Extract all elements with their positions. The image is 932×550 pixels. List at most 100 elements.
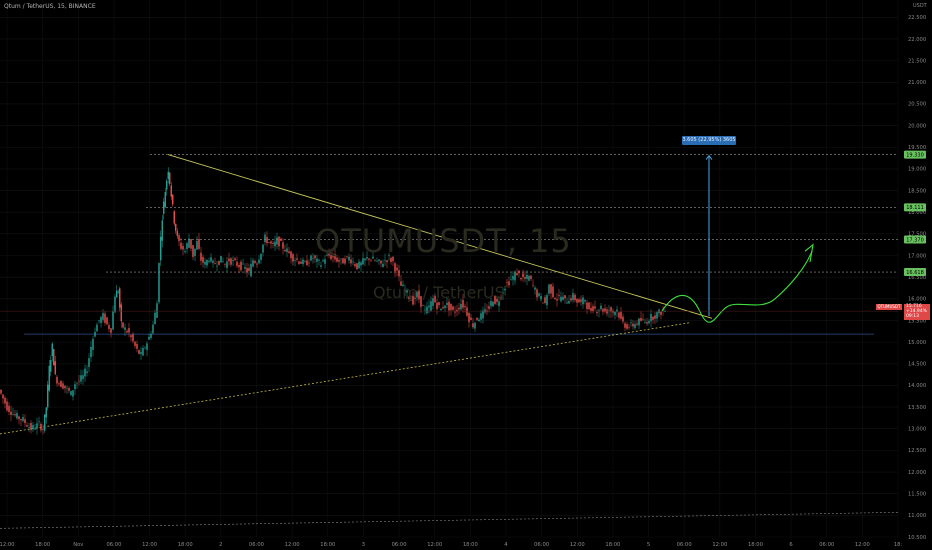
candle-body <box>590 308 592 311</box>
candle-body <box>374 260 376 262</box>
candle-body <box>310 255 312 261</box>
candle-body <box>234 258 236 261</box>
candle-body <box>84 368 86 377</box>
price-tick-label: 16.000 <box>908 297 926 303</box>
candle-body <box>167 171 169 179</box>
price-tick-label: 20.500 <box>908 102 926 108</box>
candle-body <box>558 295 560 296</box>
candle-body <box>470 317 472 320</box>
candle-body <box>220 255 222 263</box>
candle-body <box>88 358 90 367</box>
candle-body <box>512 276 514 280</box>
candle-body <box>8 405 10 412</box>
candle-body <box>344 258 346 264</box>
time-tick-label: 18: <box>894 542 903 548</box>
candle-body <box>144 347 146 349</box>
candle-body <box>48 365 50 391</box>
time-tick-label: 06:00 <box>392 542 407 548</box>
candle-body <box>244 266 246 269</box>
time-tick-label: Nov <box>73 542 83 548</box>
candle-body <box>142 347 144 356</box>
candle-body <box>30 423 32 431</box>
candle-body <box>430 301 432 311</box>
candle-body <box>474 322 476 329</box>
candle-body <box>626 324 628 329</box>
price-tick-label: 22.500 <box>908 15 926 21</box>
candle-body <box>304 261 306 262</box>
candle-body <box>264 234 266 243</box>
candle-body <box>660 311 662 315</box>
candle-body <box>620 311 622 319</box>
candle-body <box>148 336 150 340</box>
candle-body <box>632 323 634 327</box>
candle-body <box>22 417 24 422</box>
candle-body <box>284 249 286 252</box>
candle-body <box>32 425 34 430</box>
candle-body <box>442 307 444 309</box>
candle-body <box>652 316 654 320</box>
time-tick-label: 18:00 <box>35 542 50 548</box>
candle-body <box>408 296 410 299</box>
candle-body <box>120 304 122 322</box>
candle-body <box>502 292 504 294</box>
candle-body <box>322 260 324 262</box>
candle-body <box>68 388 70 391</box>
candle-body <box>308 262 310 264</box>
candle-body <box>616 309 618 312</box>
time-tick-label: 12:00 <box>142 542 157 548</box>
candle-body <box>634 324 636 328</box>
candle-body <box>260 253 262 260</box>
candle-body <box>198 238 200 249</box>
candle-body <box>546 295 548 306</box>
candle-body <box>490 301 492 306</box>
candle-body <box>372 256 374 259</box>
candle-body <box>614 311 616 316</box>
candle-body <box>574 294 576 301</box>
candle-body <box>406 289 408 293</box>
price-tick-label: 21.000 <box>908 80 926 86</box>
candle-body <box>454 311 456 313</box>
level-price-badge: 18.111 <box>906 205 924 211</box>
candle-body <box>420 296 422 307</box>
candle-body <box>326 254 328 256</box>
time-tick-label: 18:00 <box>605 542 620 548</box>
candle-body <box>580 299 582 302</box>
candle-body <box>216 265 218 267</box>
price-chart[interactable]: 22.500 22.000 21.500 21.000 20.500 20.000 19.5… <box>0 0 932 550</box>
candle-body <box>117 291 119 293</box>
candle-body <box>258 259 260 264</box>
candle-body <box>642 318 644 320</box>
candle-body <box>202 256 204 263</box>
candle-body <box>482 310 484 319</box>
candle-body <box>240 261 242 271</box>
last-price-symbol: QTUMUSDT <box>876 304 902 310</box>
candle-body <box>404 289 406 292</box>
candle-body <box>42 428 44 430</box>
candle-body <box>152 324 154 334</box>
candle-body <box>452 306 454 310</box>
candle-body <box>28 427 30 428</box>
candle-body <box>348 256 350 261</box>
candle-body <box>294 260 296 261</box>
candle-body <box>300 261 302 264</box>
candle-body <box>380 260 382 264</box>
candle-body <box>270 241 272 244</box>
candle-body <box>138 349 140 354</box>
candle-body <box>440 308 442 311</box>
candle-body <box>238 265 240 268</box>
price-tick-label: 18.500 <box>908 188 926 194</box>
candle-body <box>376 260 378 262</box>
price-tick-label: 21.500 <box>908 58 926 64</box>
candle-body <box>450 303 452 310</box>
candle-body <box>78 380 80 382</box>
candle-body <box>262 244 264 253</box>
candle-body <box>146 343 148 350</box>
candle-body <box>402 284 404 287</box>
candle-body <box>568 300 570 304</box>
candle-body <box>464 306 466 308</box>
candle-body <box>51 343 53 357</box>
candle-body <box>176 230 178 236</box>
candle-body <box>340 258 342 260</box>
candle-body <box>163 201 165 214</box>
candle-body <box>628 327 630 328</box>
